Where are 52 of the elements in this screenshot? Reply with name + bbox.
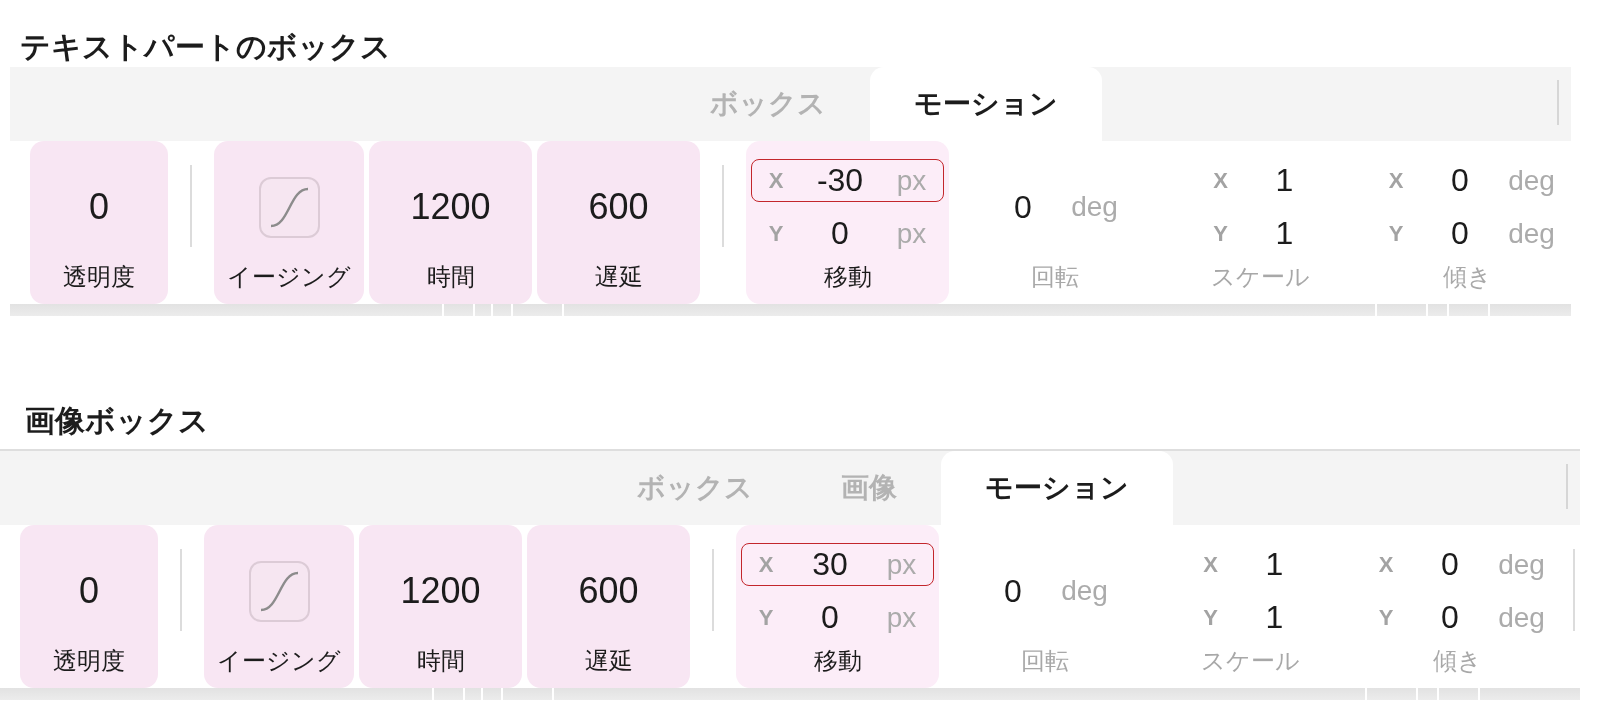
property-card[interactable]: X 30 px Y 0 px 移動: [736, 525, 939, 688]
property-card[interactable]: 600 遅延: [537, 141, 700, 304]
axis-field[interactable]: X 0 deg: [1361, 543, 1554, 586]
property-label: 移動: [823, 263, 872, 291]
property-card[interactable]: 1200 時間: [369, 141, 532, 304]
property-card[interactable]: X -30 px Y 0 px 移動: [746, 141, 949, 304]
property-value: 600: [588, 185, 649, 229]
tab[interactable]: モーション: [869, 67, 1102, 141]
property-value: 1200: [410, 185, 491, 229]
property-label: スケール: [1211, 263, 1310, 291]
axis-field[interactable]: Y 0 deg: [1361, 596, 1554, 639]
property-value: 1200: [400, 569, 481, 613]
axis-field[interactable]: Y 1: [1195, 212, 1326, 255]
property-card[interactable]: 600 遅延: [527, 525, 690, 688]
property-label: 移動: [813, 647, 862, 675]
property-value: 600: [578, 569, 639, 613]
property-label: 回転: [1020, 647, 1069, 675]
property-label: 透明度: [63, 263, 135, 291]
easing-curve-icon: [258, 176, 320, 238]
property-card[interactable]: 0 透明度: [30, 141, 168, 304]
axis-field[interactable]: X 0 deg: [1371, 159, 1564, 202]
property-value: 0: [89, 185, 109, 229]
property-value: 0: [79, 569, 99, 613]
property-label: 時間: [416, 647, 465, 675]
property-label: 遅延: [594, 263, 643, 291]
axis-field[interactable]: Y 0 px: [751, 212, 944, 255]
property-label: 遅延: [584, 647, 633, 675]
axis-field[interactable]: Y 0 deg: [1371, 212, 1564, 255]
property-label: 傾き: [1443, 263, 1492, 291]
property-card[interactable]: イージング: [204, 525, 354, 688]
axis-field[interactable]: X -30 px: [751, 159, 944, 202]
property-label: 時間: [426, 263, 475, 291]
value-field[interactable]: 0 deg: [972, 569, 1117, 613]
axis-field[interactable]: X 30 px: [741, 543, 934, 586]
property-card[interactable]: 1200 時間: [359, 525, 522, 688]
value-field[interactable]: 0 deg: [982, 185, 1127, 229]
panel-title: 画像ボックス: [25, 403, 209, 439]
axis-field[interactable]: X 1: [1185, 543, 1316, 586]
easing-curve-icon: [248, 560, 310, 622]
property-label: 回転: [1030, 263, 1079, 291]
property-label: スケール: [1201, 647, 1300, 675]
tab[interactable]: モーション: [941, 451, 1173, 525]
property-card[interactable]: イージング: [214, 141, 364, 304]
property-label: 透明度: [53, 647, 125, 675]
axis-field[interactable]: X 1: [1195, 159, 1326, 202]
property-label: 傾き: [1433, 647, 1482, 675]
axis-field[interactable]: Y 1: [1185, 596, 1316, 639]
property-label: イージング: [227, 263, 351, 291]
panel-title: テキストパートのボックス: [20, 29, 391, 65]
property-card[interactable]: 0 透明度: [20, 525, 158, 688]
property-label: イージング: [217, 647, 341, 675]
axis-field[interactable]: Y 0 px: [741, 596, 934, 639]
